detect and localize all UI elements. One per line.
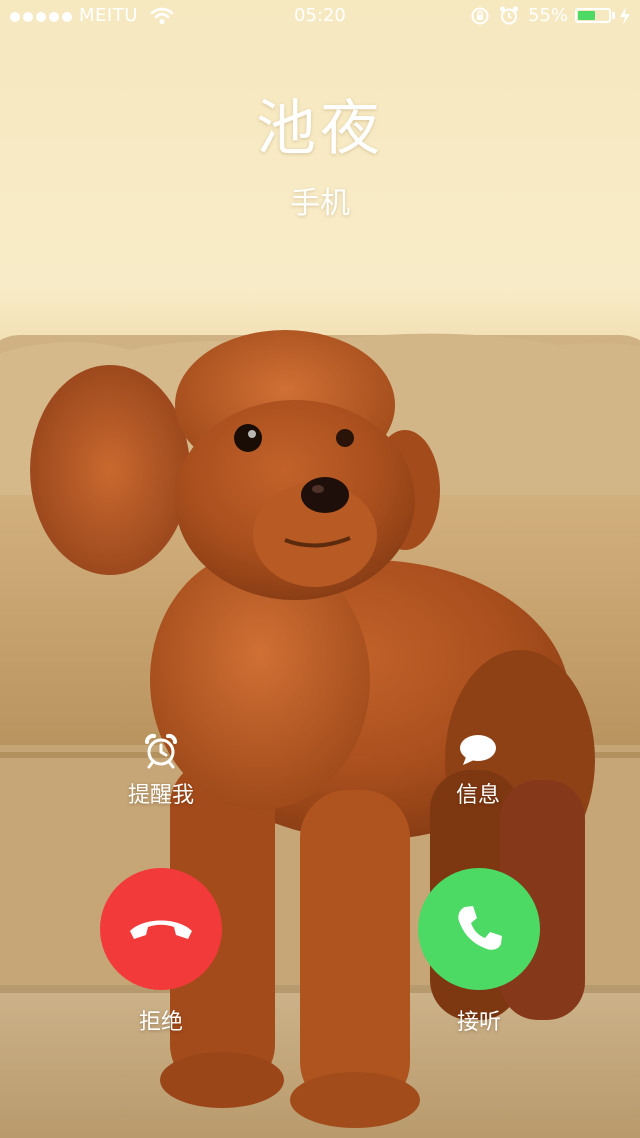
status-bar: MEITU 05:20 55%: [0, 0, 640, 34]
carrier-name: MEITU: [79, 5, 138, 26]
battery-level: [578, 11, 595, 20]
battery-percent: 55%: [528, 5, 569, 26]
battery-icon: [575, 8, 611, 23]
decline-label: 拒绝: [138, 1010, 183, 1035]
hang-up-phone-icon: [130, 920, 192, 939]
remind-me-label: 提醒我: [127, 783, 194, 808]
phone-icon: [458, 906, 502, 950]
wallpaper-image: [0, 0, 640, 1138]
message-button[interactable]: 信息: [408, 733, 548, 809]
signal-strength-icon: [10, 12, 72, 22]
speech-bubble-icon: [460, 735, 496, 765]
remind-me-button[interactable]: 提醒我: [91, 733, 231, 809]
caller-number-type: 手机: [290, 186, 350, 221]
alarm-status-icon: [499, 6, 519, 25]
charging-icon: [620, 7, 630, 25]
status-time: 05:20: [294, 5, 346, 26]
message-label: 信息: [455, 783, 500, 808]
wifi-icon: [150, 7, 174, 25]
accept-button[interactable]: [418, 868, 540, 990]
incoming-call-screen: MEITU 05:20 55% 池夜 手机 提醒我 信息 拒绝 接听: [0, 0, 640, 1138]
rotation-lock-icon: [471, 7, 489, 25]
decline-button[interactable]: [100, 868, 222, 990]
caller-name: 池夜: [256, 94, 384, 164]
alarm-clock-icon: [145, 733, 177, 769]
accept-label: 接听: [456, 1010, 501, 1035]
battery-tip: [612, 12, 615, 19]
